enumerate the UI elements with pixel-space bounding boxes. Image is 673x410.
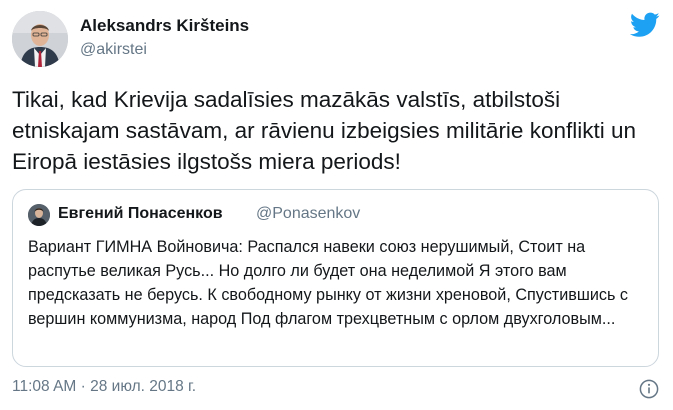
- quoted-author-avatar[interactable]: [28, 204, 50, 226]
- tweet-card: Aleksandrs Kiršteins @akirstei Tikai, ka…: [0, 0, 673, 410]
- twitter-bird-icon[interactable]: [630, 12, 660, 38]
- info-icon[interactable]: [639, 379, 659, 399]
- quoted-tweet[interactable]: Евгений Понасенков @Ponasenkov Вариант Г…: [12, 189, 659, 367]
- tweet-timestamp[interactable]: 11:08 AM · 28 июл. 2018 г.: [12, 378, 196, 396]
- avatar-photo: [28, 204, 50, 226]
- quoted-author-name: Евгений Понасенков: [58, 205, 223, 222]
- tweet-text: Tikai, kad Krievija sadalīsies mazākās v…: [12, 87, 637, 174]
- quoted-author-handle: @Ponasenkov: [256, 205, 361, 222]
- author-handle[interactable]: @akirstei: [80, 41, 147, 59]
- quoted-tweet-text: Вариант ГИМНА Войновича: Распался навеки…: [28, 238, 628, 328]
- avatar-photo: [12, 11, 68, 67]
- author-avatar[interactable]: [12, 11, 68, 67]
- author-name[interactable]: Aleksandrs Kiršteins: [80, 16, 249, 36]
